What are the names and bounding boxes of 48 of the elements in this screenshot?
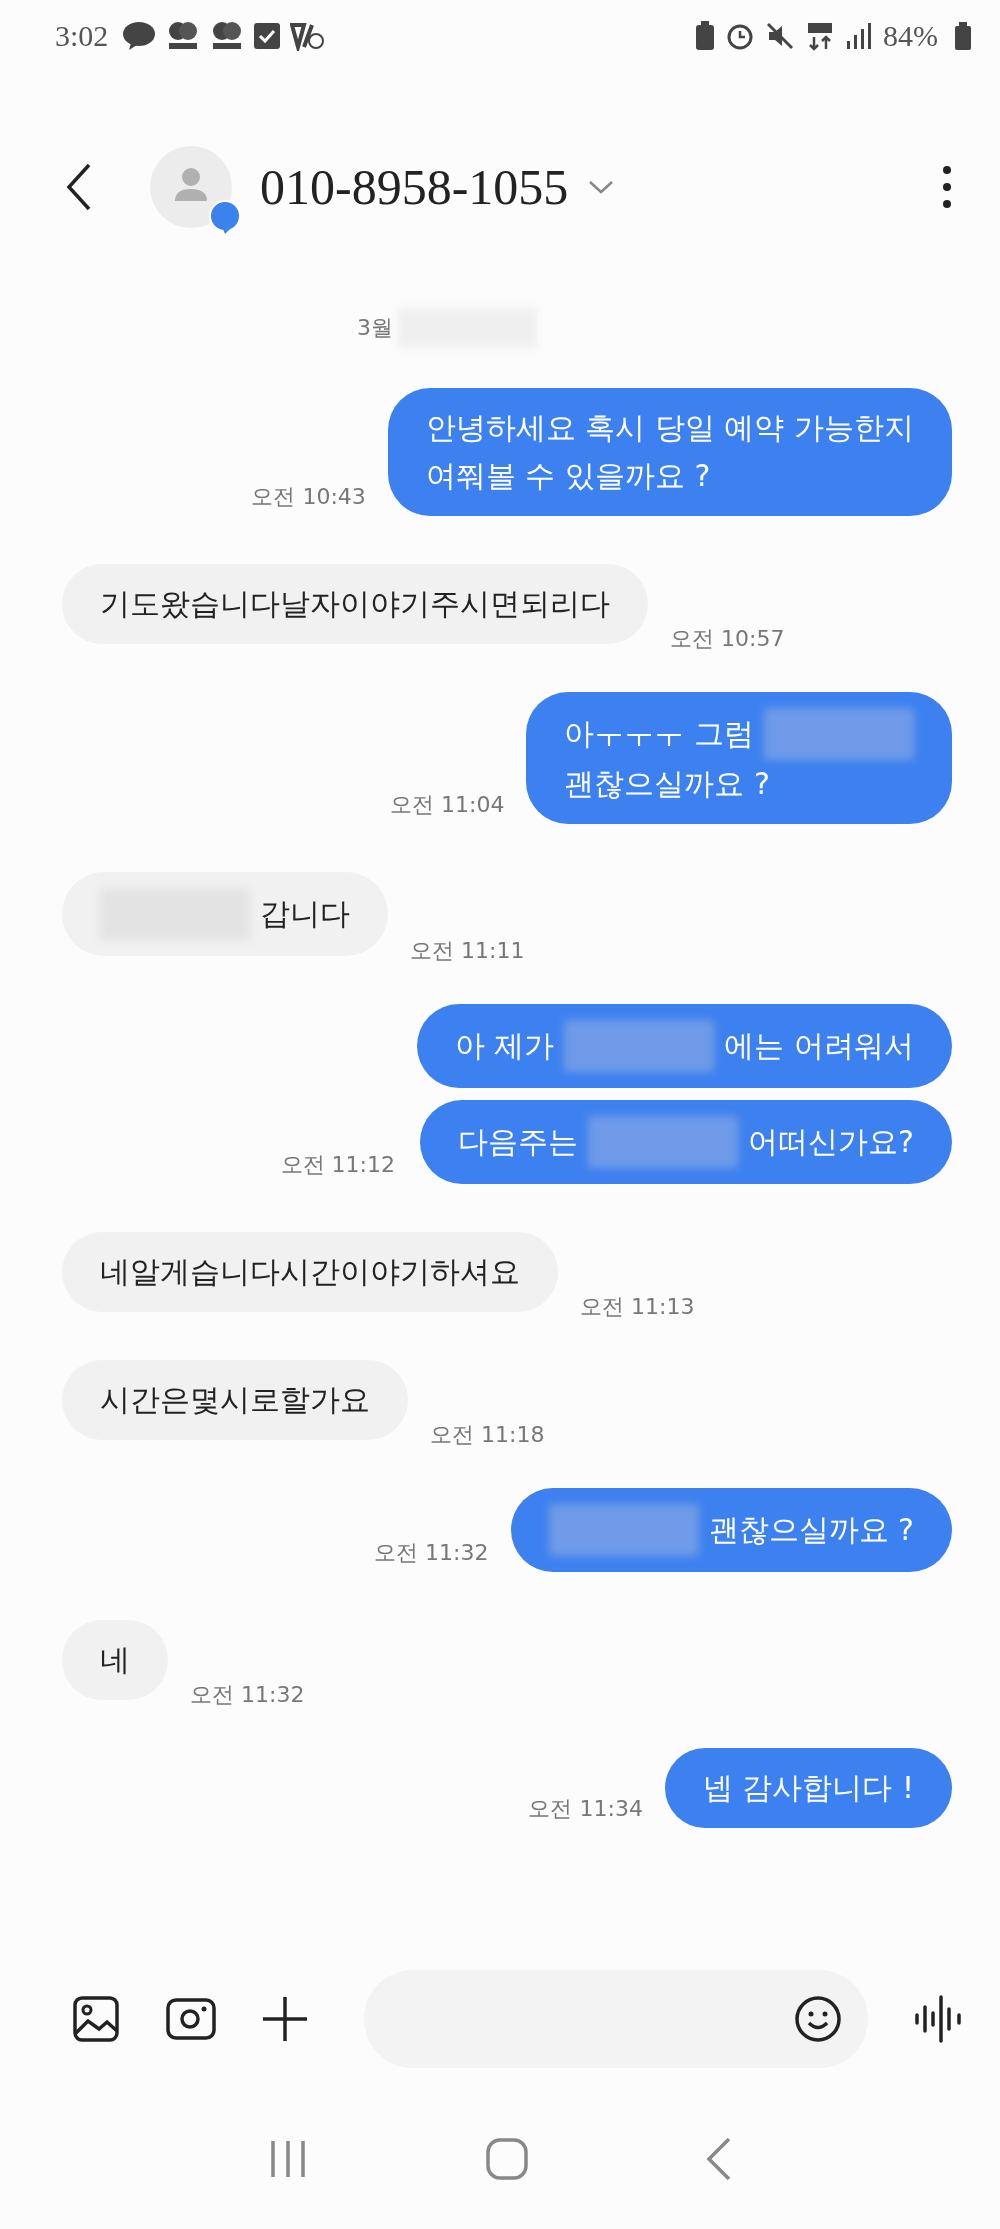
checkbox-icon <box>254 23 281 49</box>
message-text: 기도왔습니다날자이야기주시면되리다 <box>100 585 610 623</box>
voice-icon[interactable] <box>914 1995 964 2043</box>
signal-icon <box>845 21 873 51</box>
message-text: 여쭤볼 수 있을까요 ? <box>425 457 711 495</box>
date-divider: 3월 <box>357 314 393 342</box>
message-text: 에는 어려워서 <box>724 1027 914 1065</box>
status-time: 3:02 <box>55 19 109 53</box>
gallery-icon[interactable] <box>72 1995 120 2043</box>
message-time: 오전 11:18 <box>430 1421 545 1449</box>
message-text: 아 제가 <box>454 1027 555 1065</box>
camera-icon[interactable] <box>166 1998 216 2040</box>
emoji-icon[interactable] <box>794 1995 842 2043</box>
message-text: 어떠신가요? <box>748 1123 914 1161</box>
message-badge-icon <box>208 200 242 234</box>
message-text: 다음주는 <box>458 1123 579 1161</box>
chevron-down-icon[interactable] <box>588 179 615 195</box>
message-text: 아ㅜㅜㅜ 그럼 <box>564 715 754 753</box>
message-text: 괜찮으실까요 ? <box>564 765 770 803</box>
back-icon[interactable] <box>66 163 92 211</box>
contact-number[interactable]: 010-8958-1055 <box>260 158 569 216</box>
message-time: 오전 11:32 <box>190 1681 305 1709</box>
message-time: 오전 11:12 <box>280 1151 395 1179</box>
battery-saver-icon <box>695 21 715 51</box>
lte-signal-icon <box>805 21 835 51</box>
battery-icon <box>954 21 972 51</box>
contact-avatar[interactable] <box>150 146 232 228</box>
message-text: 시간은몇시로할가요 <box>100 1381 370 1419</box>
message-time: 오전 11:13 <box>580 1293 695 1321</box>
message-text: 안녕하세요 혹시 당일 예약 가능한지 <box>425 409 914 447</box>
mute-icon <box>765 21 795 51</box>
app-badge-icon <box>290 21 325 51</box>
more-icon[interactable] <box>942 165 952 209</box>
message-time: 오전 10:43 <box>251 483 366 511</box>
plus-icon[interactable] <box>262 1996 308 2042</box>
home-icon[interactable] <box>485 2137 529 2181</box>
message-text: 네알게습니다시간이야기하셔요 <box>100 1253 520 1291</box>
message-time: 오전 11:32 <box>374 1539 489 1567</box>
message-time: 오전 11:11 <box>410 937 525 965</box>
chat-bubble-icon <box>122 21 157 51</box>
message-time: 오전 11:04 <box>390 791 505 819</box>
battery-percent: 84% <box>883 19 938 53</box>
message-text: 넵 감사합니다 ! <box>702 1769 914 1807</box>
message-text: 괜찮으실까요 ? <box>708 1511 914 1549</box>
message-text: 네 <box>100 1641 130 1679</box>
message-time: 오전 10:57 <box>670 625 785 653</box>
message-text: 갑니다 <box>260 895 350 933</box>
message-time: 오전 11:34 <box>528 1795 643 1823</box>
